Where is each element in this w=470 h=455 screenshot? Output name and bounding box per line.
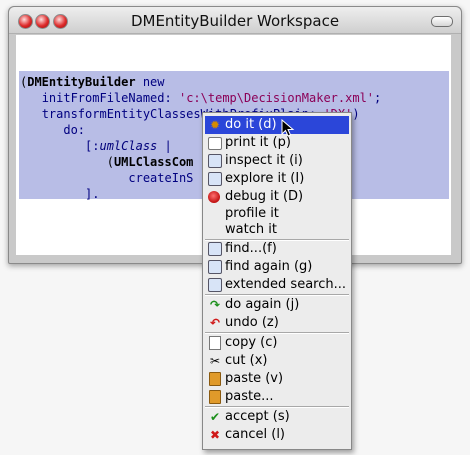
checkmark-icon: ✔ xyxy=(209,410,221,424)
find-icon xyxy=(208,278,222,292)
menu-item-copy[interactable]: copy (c) xyxy=(205,334,349,352)
menu-item-extended-search[interactable]: extended search... xyxy=(205,276,349,294)
clipboard-icon xyxy=(209,390,221,404)
copy-icon xyxy=(209,336,221,350)
bug-icon xyxy=(208,191,220,203)
code-token: createInS xyxy=(128,171,194,185)
collapse-window-button[interactable] xyxy=(431,16,453,27)
menu-item-do-it[interactable]: ✹ do it (d) xyxy=(205,116,349,134)
menu-item-inspect-it[interactable]: inspect it (i) xyxy=(205,152,349,170)
menu-item-label: inspect it (i) xyxy=(225,153,303,168)
menu-item-find-again[interactable]: find again (g) xyxy=(205,258,349,276)
menu-item-label: paste (v) xyxy=(225,371,284,386)
menu-item-print-it[interactable]: print it (p) xyxy=(205,134,349,152)
menu-item-paste-more[interactable]: paste... xyxy=(205,388,349,406)
code-token: initFromFileNamed: xyxy=(41,91,179,105)
find-icon xyxy=(208,242,222,256)
code-token: UMLClassCom xyxy=(113,155,194,169)
code-token: ( xyxy=(106,155,114,169)
code-token: [: xyxy=(85,139,100,153)
mouse-pointer-icon xyxy=(281,119,295,137)
code-token: ; xyxy=(374,91,382,105)
clipboard-icon xyxy=(209,372,221,386)
code-token: umlClass xyxy=(99,139,158,153)
undo-arrow-icon: ↶ xyxy=(209,316,221,330)
menu-item-label: paste... xyxy=(225,389,274,404)
window-titlebar[interactable]: DMEntityBuilder Workspace xyxy=(9,7,461,34)
print-icon xyxy=(208,137,222,150)
code-token: new xyxy=(135,75,165,89)
menu-item-cancel[interactable]: ✖ cancel (l) xyxy=(205,426,349,444)
context-menu: ✹ do it (d) print it (p) inspect it (i) … xyxy=(202,112,352,450)
code-token: do: xyxy=(63,123,86,137)
menu-item-label: explore it (I) xyxy=(225,171,305,186)
menu-item-label: undo (z) xyxy=(225,315,279,330)
menu-item-find[interactable]: find...(f) xyxy=(205,240,349,258)
menu-item-explore-it[interactable]: explore it (I) xyxy=(205,170,349,188)
menu-item-label: do again (j) xyxy=(225,297,300,312)
menu-item-label: extended search... xyxy=(225,277,347,292)
menu-item-label: cancel (l) xyxy=(225,427,285,442)
menu-item-label: find...(f) xyxy=(225,241,277,256)
gear-icon: ✹ xyxy=(209,118,221,132)
menu-item-accept[interactable]: ✔ accept (s) xyxy=(205,408,349,426)
menu-item-watch-it[interactable]: watch it xyxy=(205,221,349,239)
magnifier-icon xyxy=(208,172,222,186)
menu-item-cut[interactable]: ✂ cut (x) xyxy=(205,352,349,370)
code-token: ]. xyxy=(85,187,100,201)
code-token: 'c:\temp\DecisionMaker.xml' xyxy=(178,91,375,105)
menu-item-label: watch it xyxy=(225,222,277,237)
scissors-icon: ✂ xyxy=(209,354,221,368)
code-token: ) xyxy=(352,107,360,121)
code-token: | xyxy=(157,139,172,153)
menu-item-label: accept (s) xyxy=(225,409,290,424)
cross-icon: ✖ xyxy=(209,428,221,442)
redo-arrow-icon: ↷ xyxy=(209,298,221,312)
menu-item-undo[interactable]: ↶ undo (z) xyxy=(205,314,349,332)
code-token: DMEntityBuilder xyxy=(27,75,136,89)
menu-item-label: copy (c) xyxy=(225,335,278,350)
menu-item-paste[interactable]: paste (v) xyxy=(205,370,349,388)
menu-item-debug-it[interactable]: debug it (D) xyxy=(205,188,349,206)
menu-item-label: find again (g) xyxy=(225,259,313,274)
magnifier-icon xyxy=(208,154,222,168)
window-title: DMEntityBuilder Workspace xyxy=(130,12,340,30)
menu-item-label: cut (x) xyxy=(225,353,268,368)
menu-item-do-again[interactable]: ↷ do again (j) xyxy=(205,296,349,314)
menu-item-label: do it (d) xyxy=(225,117,277,132)
menu-item-label: debug it (D) xyxy=(225,189,304,204)
find-icon xyxy=(208,260,222,274)
